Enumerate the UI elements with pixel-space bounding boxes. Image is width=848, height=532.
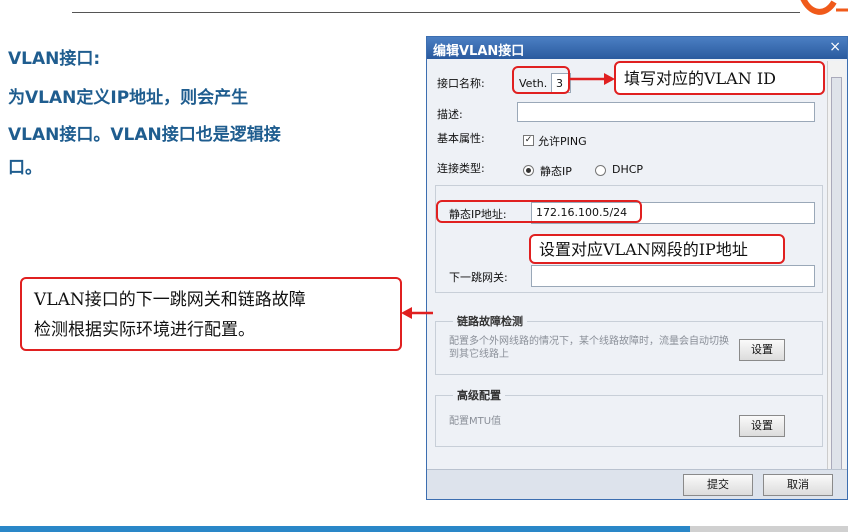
description-label: 描述: [437,108,463,121]
advanced-settings-button[interactable]: 设置 [739,415,785,437]
submit-button[interactable]: 提交 [683,474,753,496]
allow-ping-checkbox[interactable]: ✓ [523,135,534,146]
next-hop-input[interactable] [531,265,815,287]
link-detect-settings-button[interactable]: 设置 [739,339,785,361]
dhcp-radio[interactable] [595,165,606,176]
dhcp-radio-label: DHCP [612,163,644,176]
link-detect-desc: 配置多个外网线路的情况下，某个线路故障时，流量会自动切换到其它线路上 [449,336,729,360]
slide-body-line-2: VLAN接口。VLAN接口也是逻辑接 [8,125,281,145]
allow-ping-label: 允许PING [538,135,587,148]
vlan-id-callout: 填写对应的VLAN ID [614,61,825,95]
dialog-scrollbar[interactable] [827,61,845,495]
arrow-left-icon [401,307,433,319]
slide-body-line-1: 为VLAN定义IP地址，则会产生 [8,88,249,108]
static-ip-radio[interactable] [523,165,534,176]
slide-top-line [72,12,800,13]
link-detect-title: 链路故障检测 [453,313,527,329]
static-ip-radio-label: 静态IP [540,165,572,178]
next-hop-label: 下一跳网关: [449,271,508,284]
conn-type-label: 连接类型: [437,162,485,175]
ip-callout: 设置对应VLAN网段的IP地址 [529,234,785,264]
gateway-callout-line-1: VLAN接口的下一跳网关和链路故障 [34,290,306,310]
edit-vlan-dialog: 编辑VLAN接口 × 接口名称: Veth. 3 描述: 基本属性: ✓ 允许P… [426,36,848,500]
gateway-callout-line-2: 检测根据实际环境进行配置。 [34,320,255,340]
basic-attr-label: 基本属性: [437,132,485,145]
cancel-button[interactable]: 取消 [763,474,833,496]
close-icon[interactable]: × [829,39,841,55]
advanced-desc: 配置MTU值 [449,416,502,427]
veth-highlight-box [512,66,570,94]
dialog-title: 编辑VLAN接口 [427,37,847,59]
static-ip-highlight-box [436,200,642,223]
scrollbar-thumb[interactable] [831,77,842,477]
logo-icon [800,0,848,15]
interface-name-label: 接口名称: [437,77,485,90]
slide-heading: VLAN接口: [8,49,101,69]
description-input[interactable] [517,102,815,122]
arrow-right-icon [570,73,615,85]
slide-body-line-3: 口。 [8,158,42,178]
advanced-title: 高级配置 [453,387,505,403]
slide-bottom-bar-right [690,526,848,532]
gateway-callout: VLAN接口的下一跳网关和链路故障 检测根据实际环境进行配置。 [20,277,402,351]
